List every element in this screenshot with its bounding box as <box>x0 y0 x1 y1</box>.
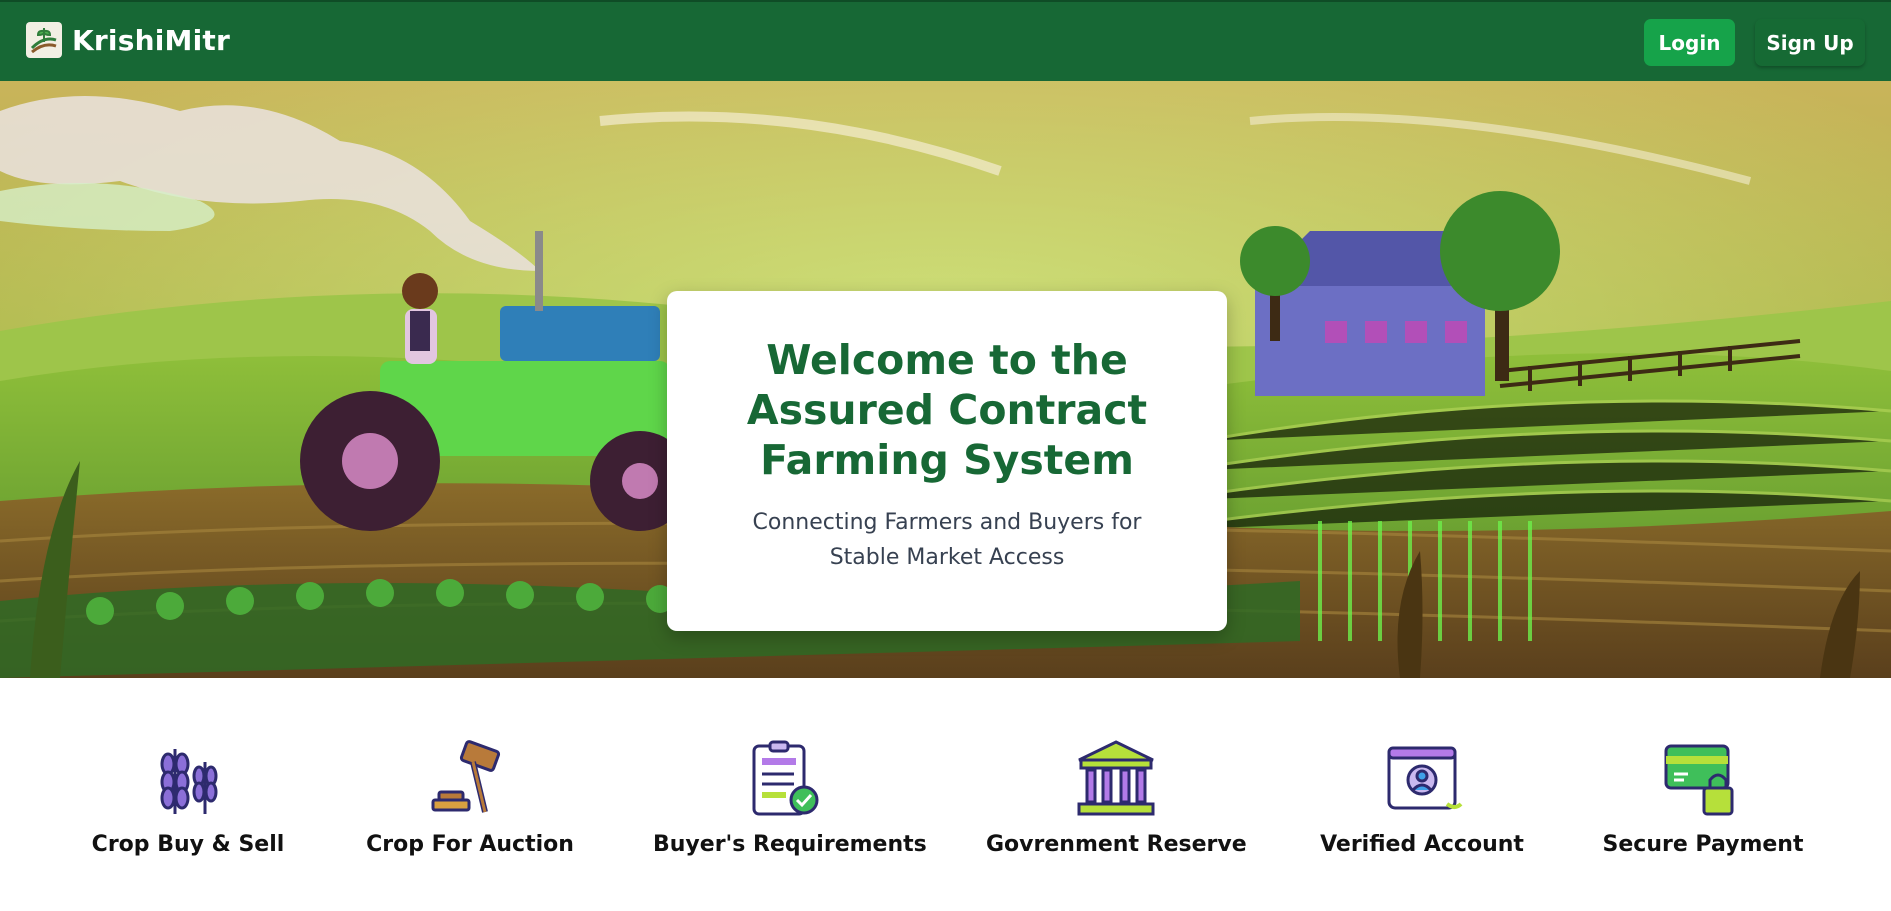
login-button[interactable]: Login <box>1644 19 1735 66</box>
feature-label: Buyer's Requirements <box>653 832 927 857</box>
feature-label: Crop For Auction <box>366 832 574 857</box>
feature-crop-auction[interactable]: Crop For Auction <box>340 734 600 857</box>
secure-card-icon <box>1664 744 1734 816</box>
feature-label: Secure Payment <box>1602 832 1804 857</box>
signup-button[interactable]: Sign Up <box>1755 19 1865 66</box>
feature-label: Govrenment Reserve <box>986 832 1247 857</box>
gavel-icon <box>431 740 501 813</box>
feature-secure-payment[interactable]: Secure Payment <box>1573 734 1833 857</box>
logo-icon <box>26 22 62 58</box>
welcome-subtitle: Connecting Farmers and Buyers for Stable… <box>752 510 1142 570</box>
feature-crop-buy-sell[interactable]: Crop Buy & Sell <box>58 734 318 857</box>
hero-banner: Welcome to the Assured Contract Farming … <box>0 81 1891 678</box>
feature-label: Crop Buy & Sell <box>91 832 285 857</box>
features-row: Crop Buy & Sell Crop For Auction Buyer's… <box>0 678 1891 911</box>
feature-buyers-requirements[interactable]: Buyer's Requirements <box>653 734 927 857</box>
feature-government-reserve[interactable]: Govrenment Reserve <box>986 734 1247 857</box>
welcome-title: Welcome to the Assured Contract Farming … <box>746 336 1148 484</box>
clipboard-check-icon <box>752 740 819 816</box>
brand-name: KrishiMitr <box>72 23 230 57</box>
verified-user-icon <box>1387 746 1463 810</box>
feature-verified-account[interactable]: Verified Account <box>1292 734 1552 857</box>
welcome-card: Welcome to the Assured Contract Farming … <box>667 291 1227 631</box>
government-building-icon <box>1077 740 1155 816</box>
top-navbar: KrishiMitr Login Sign Up <box>0 0 1891 81</box>
brand[interactable]: KrishiMitr <box>26 21 230 59</box>
feature-label: Verified Account <box>1320 832 1524 857</box>
wheat-icon <box>160 749 218 814</box>
